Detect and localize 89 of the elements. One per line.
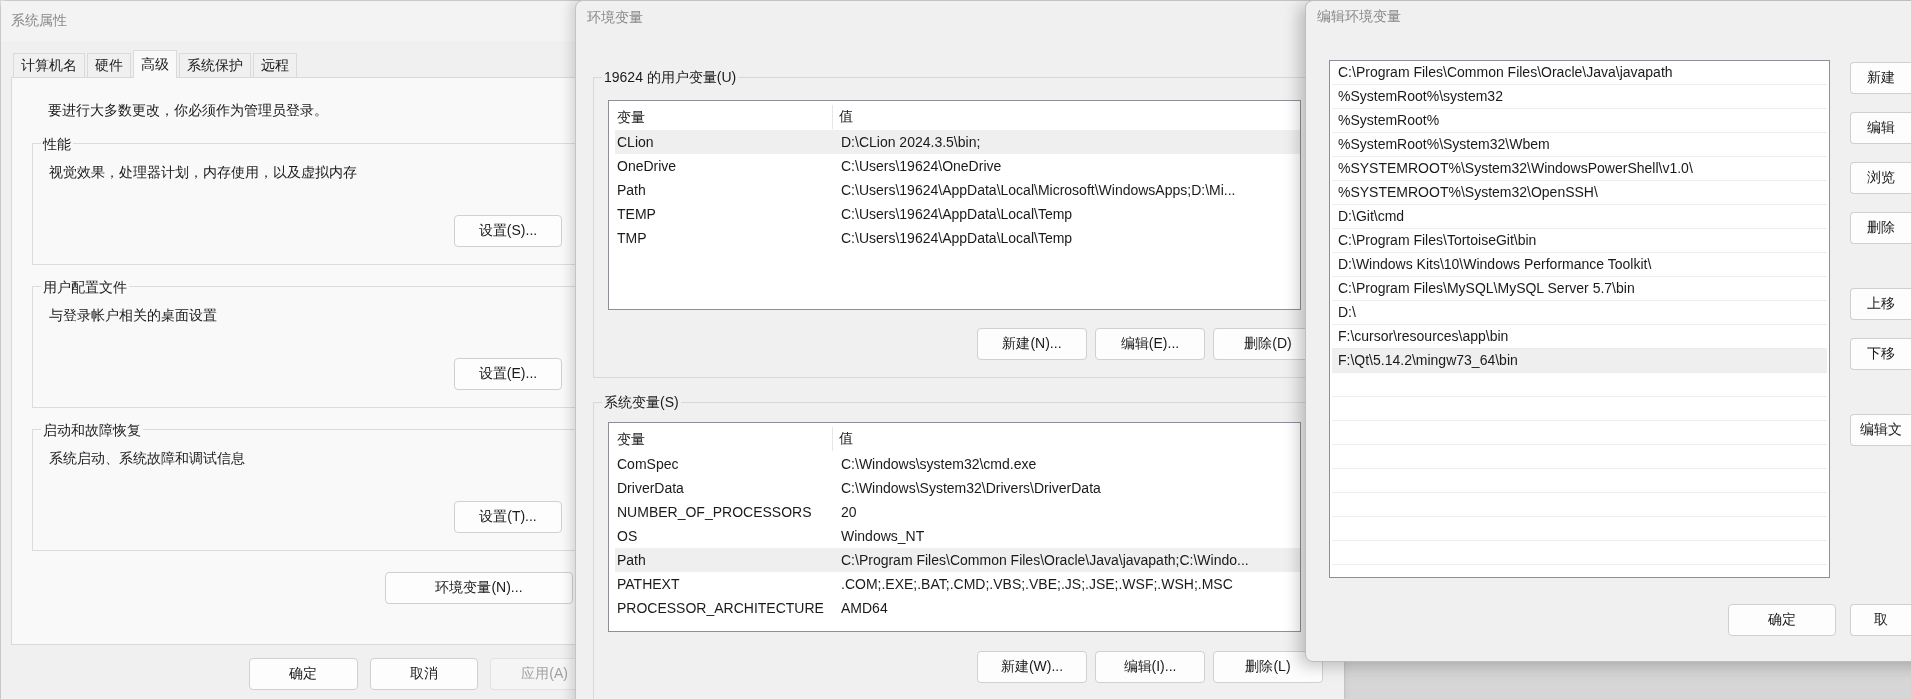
dialog-button[interactable]: 编辑(E)... [1095,328,1205,360]
table-cell-text: PATHEXT [616,576,681,592]
table-row[interactable]: TMP C:\Users\19624\AppData\Local\Temp [615,226,1300,250]
list-item[interactable]: F:\Qt\5.14.2\mingw73_64\bin [1332,349,1827,373]
table-cell-text: C:\Users\19624\AppData\Local\Temp [840,206,1073,222]
column-header[interactable]: 变量 [615,426,833,451]
table-cell-text: .COM;.EXE;.BAT;.CMD;.VBS;.VBE;.JS;.JSE;.WSF;.WSH;.MSC [840,576,1233,592]
dialog-button[interactable]: 编辑文 [1850,414,1911,446]
table-cell-text: OneDrive [616,158,678,174]
table-row[interactable]: PATHEXT .COM;.EXE;.BAT;.CMD;.VBS;.VBE;.JS;.JSE;.WSF;.WSH;.MSC [615,572,1300,596]
table-cell-text: TEMP [616,206,657,222]
table-row[interactable]: ComSpec C:\Windows\system32\cmd.exe [615,452,1300,476]
dialog-button[interactable]: 新建(W)... [977,651,1087,683]
table-cell-text: C:\Users\19624\AppData\Local\Temp [840,230,1073,246]
list-item[interactable]: %SystemRoot%\system32 [1332,85,1827,109]
table-cell-text: CLion [616,134,655,150]
dialog-button[interactable]: 确定 [249,658,358,690]
group-description: 与登录帐户相关的桌面设置 [49,307,217,325]
table-row[interactable]: DriverData C:\Windows\System32\Drivers\DriverData [615,476,1300,500]
table-cell-text: Windows_NT [840,528,925,544]
settings-button[interactable]: 设置(S)... [454,215,562,247]
dialog-button[interactable]: 取消 [369,658,479,690]
window-title: 系统属性 [11,12,67,30]
group-label: 启动和故障恢复 [41,420,143,440]
table-cell-text: 20 [840,504,857,520]
table-cell-text: AMD64 [840,600,888,616]
dialog-button[interactable]: 新建 [1850,62,1911,94]
group-label: 19624 的用户变量(U) [602,67,739,87]
table-row[interactable]: TEMP C:\Users\19624\AppData\Local\Temp [615,202,1300,226]
tab[interactable]: 远程 [253,53,297,77]
table-cell-text: Path [616,182,647,198]
table-row[interactable]: Path C:\Program Files\Common Files\Oracle\Java\javapath;C:\Windo... [615,548,1300,572]
list-item[interactable]: D:\Windows Kits\10\Windows Performance Toolkit\ [1332,253,1827,277]
dialog-button[interactable]: 取 [1850,604,1911,636]
dialog-button[interactable]: 浏览 [1850,162,1911,194]
table-cell-text: Path [616,552,647,568]
table-cell-text: TMP [616,230,648,246]
tab[interactable]: 高级 [133,50,177,78]
window-title: 编辑环境变量 [1317,8,1401,26]
column-header[interactable]: 值 [833,429,853,448]
table-cell-text: PROCESSOR_ARCHITECTURE [616,600,825,616]
settings-button[interactable]: 设置(E)... [454,358,562,390]
table-cell-text: OS [616,528,639,544]
dialog-button[interactable]: 删除(L) [1213,651,1323,683]
list-item[interactable]: C:\Program Files\MySQL\MySQL Server 5.7\bin [1332,277,1827,301]
dialog-button[interactable]: 编辑(I)... [1095,651,1205,683]
table-row[interactable]: NUMBER_OF_PROCESSORS 20 [615,500,1300,524]
tab[interactable]: 硬件 [87,53,131,77]
window-title: 环境变量 [587,9,643,27]
dialog-button[interactable]: 下移 [1850,338,1911,370]
table-row[interactable]: PROCESSOR_ARCHITECTURE AMD64 [615,596,1300,620]
table-cell-text: C:\Windows\System32\Drivers\DriverData [840,480,1101,496]
table-cell-text: NUMBER_OF_PROCESSORS [616,504,813,520]
table-row[interactable]: OneDrive C:\Users\19624\OneDrive [615,154,1300,178]
list-item[interactable]: D:\Git\cmd [1332,205,1827,229]
table-cell-text: C:\Users\19624\OneDrive [840,158,1002,174]
table-cell-text: C:\Program Files\Common Files\Oracle\Java\javapath;C:\Windo... [840,552,1249,568]
table-cell-text: D:\CLion 2024.3.5\bin; [840,134,981,150]
list-item[interactable]: C:\Program Files\Common Files\Oracle\Java\javapath [1332,61,1827,85]
column-header[interactable]: 变量 [615,104,833,129]
dialog-button[interactable]: 编辑 [1850,112,1911,144]
list-item[interactable]: %SYSTEMROOT%\System32\OpenSSH\ [1332,181,1827,205]
group-label: 性能 [41,134,73,154]
table-cell-text: DriverData [616,480,685,496]
list-item[interactable]: C:\Program Files\TortoiseGit\bin [1332,229,1827,253]
environment-variables-button[interactable]: 环境变量(N)... [385,572,573,604]
table-row[interactable]: CLion D:\CLion 2024.3.5\bin; [615,130,1300,154]
settings-button[interactable]: 设置(T)... [454,501,562,533]
dialog-button[interactable]: 确定 [1728,604,1836,636]
dialog-button[interactable]: 删除 [1850,212,1911,244]
table-cell-text: C:\Windows\system32\cmd.exe [840,456,1037,472]
notice-text: 要进行大多数更改，你必须作为管理员登录。 [48,101,328,120]
table-row[interactable]: Path C:\Users\19624\AppData\Local\Microsoft\WindowsApps;D:\Mi... [615,178,1300,202]
list-item[interactable]: %SYSTEMROOT%\System32\WindowsPowerShell\v1.0\ [1332,157,1827,181]
group-label: 用户配置文件 [41,277,129,297]
column-header[interactable]: 值 [833,107,853,126]
table-cell-text: ComSpec [616,456,680,472]
list-item[interactable]: %SystemRoot%\System32\Wbem [1332,133,1827,157]
table-row[interactable]: OS Windows_NT [615,524,1300,548]
table-cell-text: C:\Users\19624\AppData\Local\Microsoft\WindowsApps;D:\Mi... [840,182,1236,198]
group-label: 系统变量(S) [602,392,681,412]
tab[interactable]: 系统保护 [179,53,251,77]
group-description: 视觉效果，处理器计划，内存使用，以及虚拟内存 [49,164,357,182]
list-item[interactable]: %SystemRoot% [1332,109,1827,133]
list-item[interactable]: D:\ [1332,301,1827,325]
tab[interactable]: 计算机名 [13,53,85,77]
dialog-button[interactable]: 上移 [1850,288,1911,320]
group-description: 系统启动、系统故障和调试信息 [49,450,245,468]
dialog-button[interactable]: 新建(N)... [977,328,1087,360]
